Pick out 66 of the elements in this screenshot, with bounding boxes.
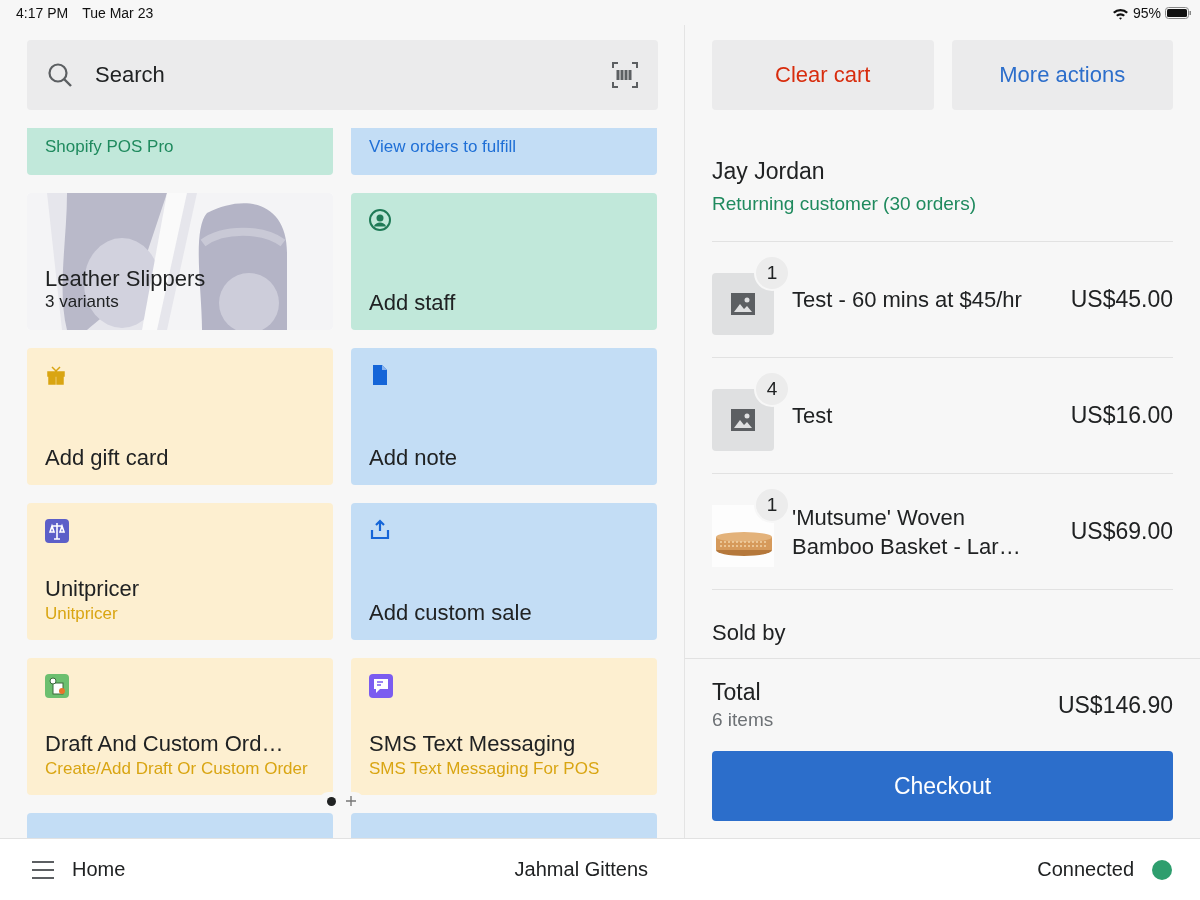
staff-name: Jahmal Gittens <box>513 858 649 881</box>
battery-percent: 95% <box>1132 4 1161 21</box>
search-icon <box>47 62 73 88</box>
tile-card[interactable] <box>27 813 333 838</box>
quantity-badge: 4 <box>754 370 790 407</box>
clock-time: 4:17 PM <box>16 4 69 21</box>
page-dot[interactable] <box>327 796 336 806</box>
tile-title: Add custom sale <box>369 599 533 626</box>
date: Tue Mar 23 <box>82 4 154 21</box>
item-price: US$45.00 <box>1070 286 1173 313</box>
battery-icon <box>1165 6 1192 19</box>
tile-card[interactable]: View orders to fulfill <box>351 128 657 175</box>
item-name: Test <box>792 402 834 430</box>
more-actions-button[interactable]: More actions <box>951 40 1173 110</box>
quantity-badge: 1 <box>754 254 790 291</box>
item-price: US$16.00 <box>1070 402 1173 429</box>
tile-title: Add gift card <box>45 444 170 471</box>
tile-title: Unitpricer <box>45 575 141 602</box>
scale-icon <box>45 519 69 543</box>
barcode-icon <box>612 62 638 88</box>
tile-card[interactable]: Draft And Custom Ord… Create/Add Draft Or Custom Order <box>27 658 333 795</box>
tile-card[interactable]: Add gift card <box>27 348 333 485</box>
tile-subtitle: Unitpricer <box>45 603 119 625</box>
item-name: Test - 60 mins at $45/hr <box>792 286 1023 314</box>
search-field[interactable]: Search <box>27 40 658 110</box>
tile-subtitle: Shopify POS Pro <box>45 136 175 158</box>
barcode-scan-button[interactable] <box>612 62 638 88</box>
person-icon <box>369 209 391 231</box>
tile-card[interactable]: Add note <box>351 348 657 485</box>
item-count: 6 items <box>712 709 774 731</box>
menu-icon <box>32 860 54 879</box>
image-icon <box>731 292 755 315</box>
home-menu-button[interactable]: Home <box>32 858 126 881</box>
customer-status: Returning customer (30 orders) <box>712 193 977 215</box>
search-input[interactable]: Search <box>95 62 590 88</box>
connection-status: Connected <box>1037 858 1134 881</box>
tile-title: SMS Text Messaging <box>369 730 577 757</box>
product-name: Leather Slippers <box>45 265 207 292</box>
tile-subtitle: View orders to fulfill <box>369 136 518 158</box>
item-price: US$69.00 <box>1070 518 1173 545</box>
plus-icon[interactable] <box>346 796 356 806</box>
sold-by-label: Sold by <box>712 589 1173 646</box>
quantity-badge: 1 <box>754 486 790 523</box>
tile-subtitle: SMS Text Messaging For POS <box>369 758 601 780</box>
tile-card[interactable]: Add custom sale <box>351 503 657 640</box>
tile-card[interactable]: Unitpricer Unitpricer <box>27 503 333 640</box>
clipboard-icon <box>45 674 69 698</box>
chat-icon <box>369 674 393 698</box>
product-tile[interactable]: Leather Slippers 3 variants <box>27 193 333 330</box>
total-amount: US$146.90 <box>1057 691 1173 719</box>
customer-name[interactable]: Jay Jordan <box>712 158 1173 185</box>
variant-count: 3 variants <box>45 292 120 312</box>
tile-subtitle: Create/Add Draft Or Custom Order <box>45 758 309 780</box>
clear-cart-button[interactable]: Clear cart <box>712 40 934 110</box>
upload-icon <box>369 519 391 541</box>
tile-title: Add note <box>369 444 459 471</box>
item-name: 'Mutsume' Woven Bamboo Basket - Lar… <box>792 503 1022 561</box>
tile-card[interactable] <box>351 813 657 838</box>
checkout-button[interactable]: Checkout <box>712 751 1173 821</box>
tile-card[interactable]: SMS Text Messaging SMS Text Messaging For POS <box>351 658 657 795</box>
image-icon <box>731 408 755 431</box>
tile-card[interactable]: Add staff <box>351 193 657 330</box>
tile-title: Draft And Custom Ord… <box>45 730 285 757</box>
total-label: Total <box>712 679 762 706</box>
tile-title: Add staff <box>369 289 457 316</box>
gift-icon <box>45 364 67 386</box>
